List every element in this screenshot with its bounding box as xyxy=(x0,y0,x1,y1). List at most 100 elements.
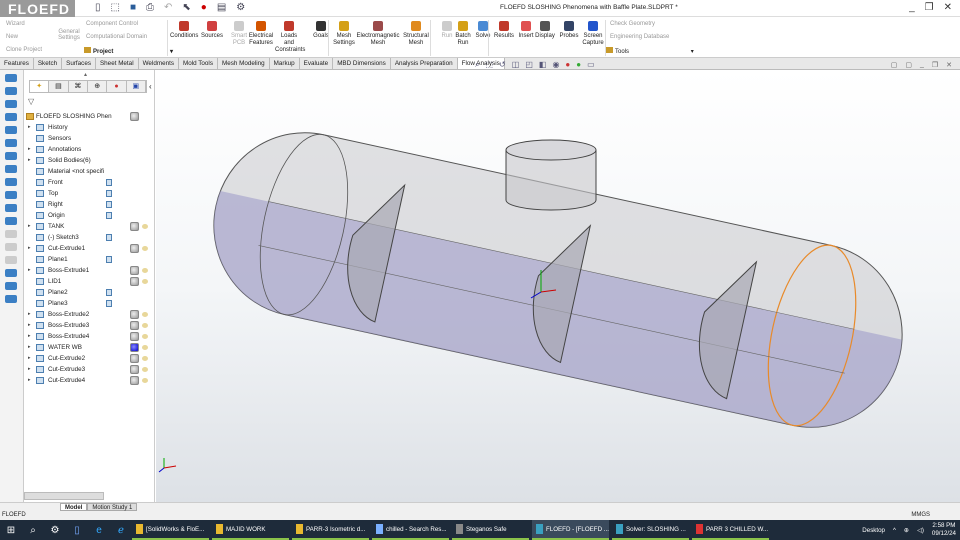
visibility-eye-icon[interactable] xyxy=(142,279,148,284)
tile-icon[interactable]: ▢ xyxy=(905,61,912,69)
computational-domain-button[interactable]: Computational Domain xyxy=(86,34,147,40)
tab-features[interactable]: Features xyxy=(0,58,34,69)
hide-show-icon[interactable]: ◉ xyxy=(552,60,559,70)
tool-icon[interactable] xyxy=(5,269,17,277)
panel-collapse-handle[interactable]: ▴ xyxy=(84,71,87,78)
tree-item[interactable]: Plane3 xyxy=(24,298,155,309)
desktop-toolbar[interactable]: Desktop xyxy=(862,527,885,534)
taskbar-item[interactable]: PARR 3 CHILLED W... xyxy=(692,520,769,540)
network-icon[interactable]: ⊕ xyxy=(904,527,909,534)
tree-item[interactable]: ▸Cut-Extrude2 xyxy=(24,353,155,364)
loads-and-constraints-button[interactable]: Loads and Constraints xyxy=(275,21,303,54)
tree-item[interactable]: Sensors xyxy=(24,133,155,144)
panel-arrow-icon[interactable]: ‹ xyxy=(149,82,152,91)
visibility-eye-icon[interactable] xyxy=(142,334,148,339)
edge-icon[interactable]: e xyxy=(88,525,110,536)
tool-icon[interactable] xyxy=(5,126,17,134)
expand-arrow-icon[interactable]: ▸ xyxy=(28,320,31,331)
component-control-button[interactable]: Component Control xyxy=(86,21,138,27)
display-state-icon[interactable] xyxy=(130,277,139,286)
taskbar-item[interactable]: [SolidWorks & FloE... xyxy=(132,520,209,540)
tool-icon[interactable] xyxy=(5,243,17,251)
expand-arrow-icon[interactable]: ▸ xyxy=(28,122,31,133)
save-icon[interactable]: ■ xyxy=(130,2,136,13)
tree-item[interactable]: Front xyxy=(24,177,155,188)
expand-arrow-icon[interactable]: ▸ xyxy=(28,144,31,155)
task-view-icon[interactable]: ⚙ xyxy=(44,525,66,536)
minimize-icon[interactable]: _ xyxy=(909,2,915,13)
tool-icon[interactable] xyxy=(5,87,17,95)
tab-weldments[interactable]: Weldments xyxy=(139,58,179,69)
configuration-manager-tab[interactable]: ⌘ xyxy=(69,81,88,92)
mesh-settings-button[interactable]: Mesh Settings xyxy=(330,21,358,47)
structural-mesh-button[interactable]: Structural Mesh xyxy=(402,21,430,47)
visibility-eye-icon[interactable] xyxy=(142,312,148,317)
expand-arrow-icon[interactable]: ▸ xyxy=(28,375,31,386)
tree-item[interactable]: Origin xyxy=(24,210,155,221)
visibility-eye-icon[interactable] xyxy=(142,367,148,372)
display-state-icon[interactable] xyxy=(130,354,139,363)
display-settings-icon[interactable]: ▭ xyxy=(587,60,595,70)
electrical-features-button[interactable]: Electrical Features xyxy=(247,21,275,47)
visibility-eye-icon[interactable] xyxy=(142,345,148,350)
tool-icon[interactable] xyxy=(5,256,17,264)
phone-app-icon[interactable]: ▯ xyxy=(66,525,88,536)
tree-item[interactable]: ▸Boss-Extrude3 xyxy=(24,320,155,331)
tool-icon[interactable] xyxy=(5,178,17,186)
display-state-icon[interactable] xyxy=(130,222,139,231)
tool-icon[interactable] xyxy=(5,282,17,290)
display-state-icon[interactable] xyxy=(130,343,139,352)
tray-chevron-icon[interactable]: ^ xyxy=(893,527,896,534)
display-state-icon[interactable] xyxy=(130,244,139,253)
tree-item[interactable]: Top xyxy=(24,188,155,199)
clone-project-button[interactable]: Clone Project xyxy=(6,47,42,53)
visibility-eye-icon[interactable] xyxy=(142,246,148,251)
search-icon[interactable]: ⌕ xyxy=(22,525,44,536)
options-gear-icon[interactable]: ⚙ xyxy=(236,2,245,13)
view-orientation-icon[interactable]: ◰ xyxy=(525,60,533,70)
expand-arrow-icon[interactable]: ▸ xyxy=(28,155,31,166)
tab-evaluate[interactable]: Evaluate xyxy=(300,58,334,69)
visibility-eye-icon[interactable] xyxy=(142,356,148,361)
graphics-viewport[interactable]: ▢▢_❐✕ xyxy=(156,70,960,502)
property-manager-tab[interactable]: ▤ xyxy=(49,81,68,92)
tab-model[interactable]: Model xyxy=(60,503,87,511)
display-state-icon[interactable] xyxy=(130,365,139,374)
tree-item[interactable]: ▸WATER WB xyxy=(24,342,155,353)
undo-icon[interactable]: ↶ xyxy=(164,2,172,13)
tab-mold-tools[interactable]: Mold Tools xyxy=(179,58,218,69)
check-geometry-button[interactable]: Check Geometry xyxy=(610,21,655,27)
close-icon[interactable]: ✕ xyxy=(944,2,952,13)
tree-item[interactable]: ▸Boss-Extrude2 xyxy=(24,309,155,320)
close-icon[interactable]: ✕ xyxy=(946,61,952,69)
tree-item[interactable]: ▸History xyxy=(24,122,155,133)
zoom-area-icon[interactable]: ⬚ xyxy=(485,60,493,70)
tab-surfaces[interactable]: Surfaces xyxy=(62,58,96,69)
new-button[interactable]: New xyxy=(6,34,18,40)
scene-icon[interactable]: ● xyxy=(576,60,581,70)
start-icon[interactable]: ⊞ xyxy=(0,525,22,536)
taskbar-item[interactable]: MAJID WORK xyxy=(212,520,289,540)
volume-icon[interactable]: ◁) xyxy=(917,527,924,534)
engineering-database-button[interactable]: Engineering Database xyxy=(610,34,669,40)
restore-icon[interactable]: ❐ xyxy=(925,2,934,13)
taskbar-item[interactable]: Steganos Safe xyxy=(452,520,529,540)
section-view-icon[interactable]: ◫ xyxy=(512,60,520,70)
rebuild-icon[interactable]: ● xyxy=(201,2,207,13)
feature-manager-tab[interactable]: ✦ xyxy=(30,81,49,92)
taskbar-item[interactable]: PARR-3 Isometric d... xyxy=(292,520,369,540)
tool-icon[interactable] xyxy=(5,191,17,199)
tree-item[interactable]: Plane1 xyxy=(24,254,155,265)
app-logo[interactable]: FLOEFD xyxy=(0,0,75,18)
file-properties-icon[interactable]: ▤ xyxy=(217,2,226,13)
wizard-button[interactable]: Wizard xyxy=(6,21,25,27)
tree-item[interactable]: (-) Sketch3 xyxy=(24,232,155,243)
tool-icon[interactable] xyxy=(5,100,17,108)
tile-icon[interactable]: ▢ xyxy=(891,61,898,69)
restore-icon[interactable]: ❐ xyxy=(932,61,938,69)
display-state-icon[interactable] xyxy=(130,310,139,319)
tab-analysis-preparation[interactable]: Analysis Preparation xyxy=(391,58,458,69)
select-icon[interactable]: ⬉ xyxy=(182,2,190,13)
sources-button[interactable]: Sources xyxy=(198,21,226,40)
visibility-eye-icon[interactable] xyxy=(142,323,148,328)
